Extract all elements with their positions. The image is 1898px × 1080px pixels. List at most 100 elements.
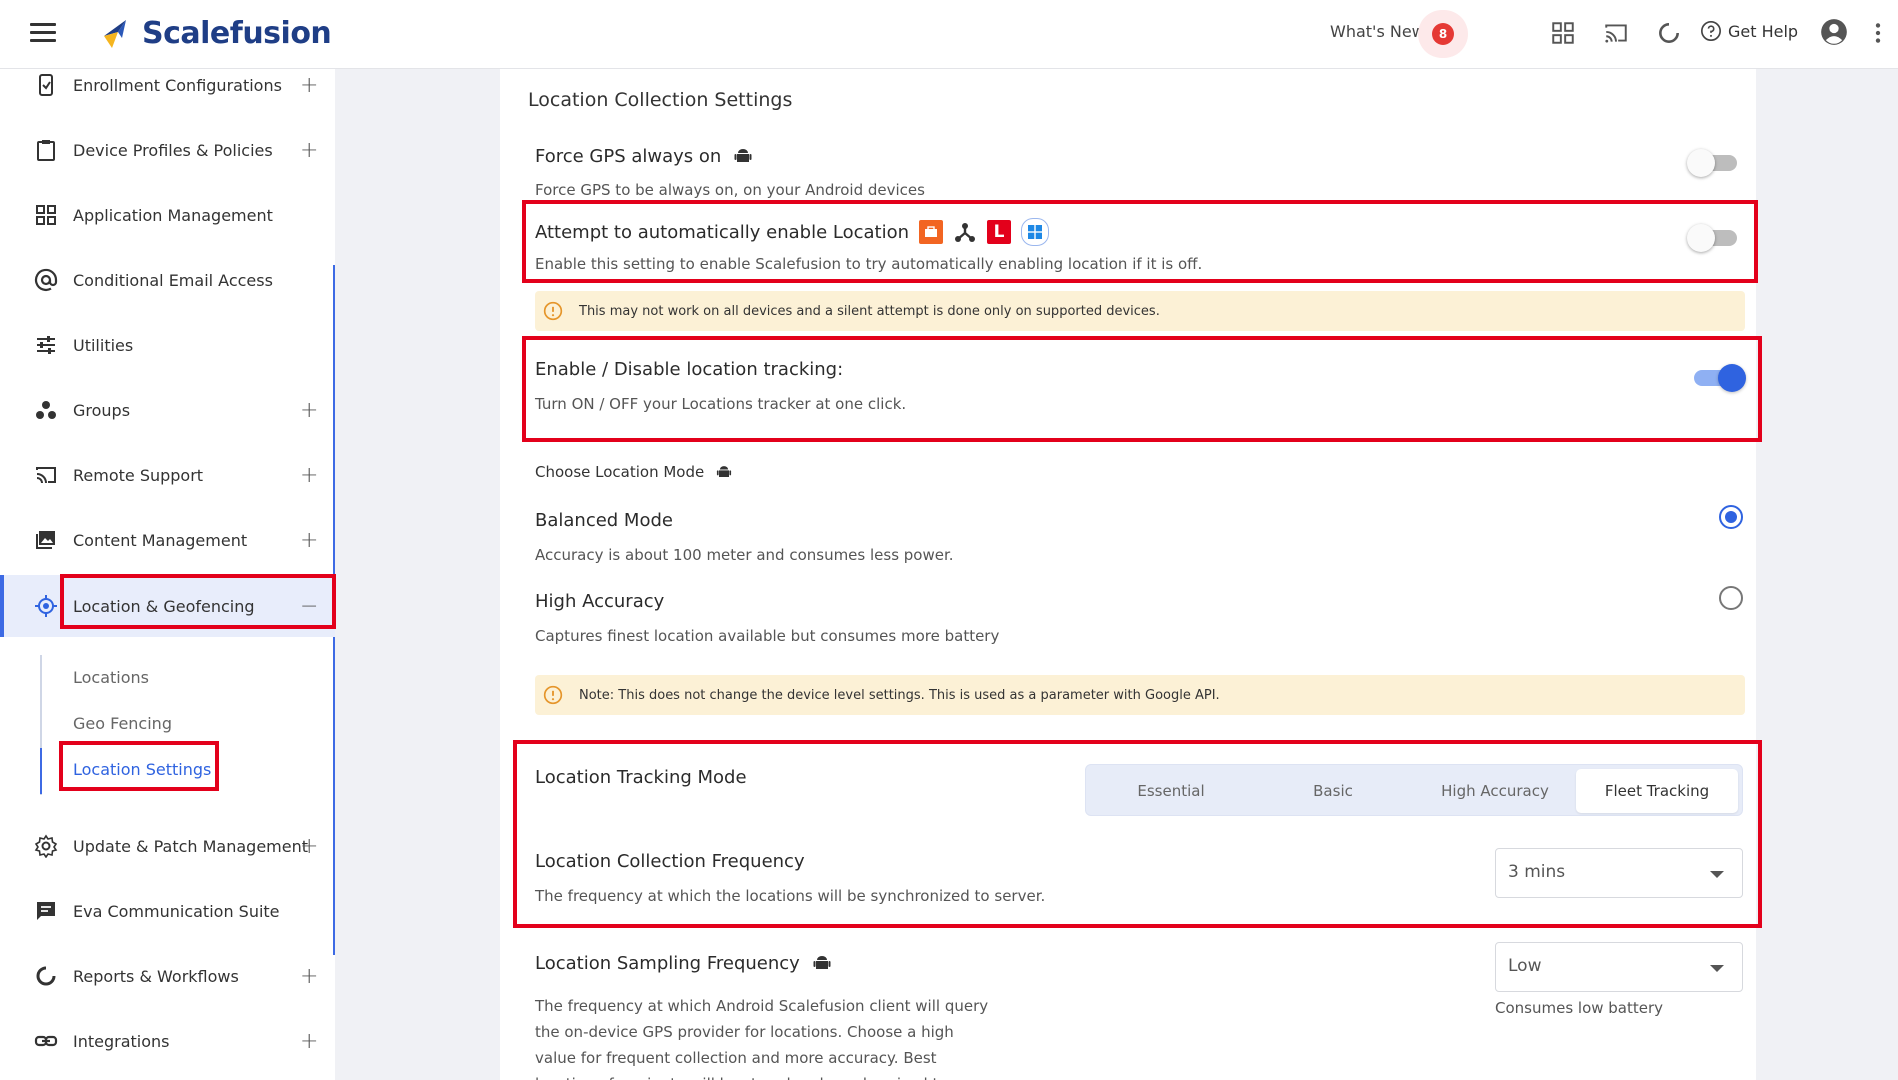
tracking-toggle[interactable] <box>1690 362 1746 392</box>
apps-grid-icon[interactable] <box>1550 20 1576 46</box>
expand-icon[interactable]: + <box>300 528 318 553</box>
whats-new-badge[interactable]: 8 <box>1418 10 1468 58</box>
tracking-mode-essential[interactable]: Essential <box>1090 769 1252 813</box>
sidebar-item-conditional-email[interactable]: Conditional Email Access <box>0 250 335 310</box>
tracking-title: Enable / Disable location tracking: <box>535 359 844 380</box>
android-icon <box>813 956 831 969</box>
sidebar-item-content-management[interactable]: Content Management + <box>0 510 335 570</box>
sidebar-item-device-profiles[interactable]: Device Profiles & Policies + <box>0 120 335 180</box>
sidebar-item-utilities[interactable]: Utilities <box>0 315 335 375</box>
at-sign-icon <box>34 268 58 292</box>
collection-frequency-desc: The frequency at which the locations wil… <box>535 887 1046 905</box>
brand-logo[interactable]: Scalefusion <box>100 16 332 51</box>
expand-icon[interactable]: + <box>300 73 318 98</box>
sidebar-subitem-geo-fencing[interactable]: Geo Fencing <box>73 714 172 733</box>
high-accuracy-title: High Accuracy <box>535 591 665 612</box>
sidebar-item-label: Enrollment Configurations <box>73 75 282 95</box>
scalefusion-logo-icon <box>104 19 126 48</box>
high-accuracy-radio[interactable] <box>1719 586 1743 610</box>
sidebar-item-label: Eva Communication Suite <box>73 901 280 921</box>
gps-location-icon <box>35 595 57 617</box>
balanced-mode-title: Balanced Mode <box>535 510 673 531</box>
sampling-frequency-select[interactable]: Low <box>1495 942 1743 992</box>
sidebar-item-location-geofencing[interactable]: Location & Geofencing − <box>0 575 335 637</box>
link-icon <box>34 1035 58 1047</box>
sidebar-item-label: Groups <box>73 400 131 420</box>
tracking-mode-title: Location Tracking Mode <box>535 767 747 788</box>
auto-enable-toggle[interactable] <box>1687 222 1741 252</box>
clipboard-icon <box>37 140 55 161</box>
more-vert-icon[interactable] <box>1872 20 1884 46</box>
sidebar-item-update-patch[interactable]: Update & Patch Management + <box>0 816 335 876</box>
groups-icon <box>36 401 56 419</box>
sidebar-item-label: Remote Support <box>73 465 204 485</box>
cast-icon <box>36 467 56 484</box>
sidebar-item-eva-communication[interactable]: Eva Communication Suite <box>0 881 335 941</box>
sidebar-item-label: Reports & Workflows <box>73 966 239 986</box>
donut-chart-icon <box>36 966 56 986</box>
sidebar-item-label: Location & Geofencing <box>73 596 255 616</box>
auto-enable-desc: Enable this setting to enable Scalefusio… <box>535 255 1203 273</box>
settings-card: Location Collection Settings Force GPS a… <box>500 69 1756 1080</box>
sidebar-subitem-locations[interactable]: Locations <box>73 668 149 687</box>
brand-name: Scalefusion <box>142 16 332 51</box>
info-circle-icon <box>543 301 563 321</box>
sidebar-item-label: Integrations <box>73 1031 170 1051</box>
get-help-label: Get Help <box>1728 21 1799 41</box>
collection-frequency-select[interactable]: 3 mins <box>1495 848 1743 898</box>
section-title: Location Collection Settings <box>528 89 793 111</box>
expand-icon[interactable]: + <box>300 398 318 423</box>
sidebar-item-reports-workflows[interactable]: Reports & Workflows + <box>0 946 335 1006</box>
expand-icon[interactable]: + <box>300 834 318 859</box>
whats-new-link[interactable]: What's New <box>1330 22 1425 41</box>
refresh-icon[interactable] <box>1656 20 1682 46</box>
balanced-mode-radio[interactable] <box>1719 505 1743 529</box>
sampling-frequency-helper: Consumes low battery <box>1495 999 1664 1017</box>
sidebar-item-remote-support[interactable]: Remote Support + <box>0 445 335 505</box>
sampling-frequency-desc: The frequency at which Android Scalefusi… <box>535 997 989 1080</box>
sliders-icon <box>37 336 55 354</box>
sampling-frequency-title: Location Sampling Frequency <box>535 951 834 975</box>
info-circle-icon <box>543 685 563 705</box>
expand-icon[interactable]: + <box>300 964 318 989</box>
windows-icon <box>1021 218 1050 246</box>
collapse-icon[interactable]: − <box>300 594 318 619</box>
android-icon <box>734 149 752 162</box>
chevron-down-icon <box>1710 965 1724 972</box>
tracking-desc: Turn ON / OFF your Locations tracker at … <box>535 395 907 413</box>
auto-enable-label: Attempt to automatically enable Location <box>535 221 910 243</box>
help-circle-icon <box>1701 21 1721 41</box>
sidebar-item-label: Update & Patch Management <box>73 836 309 856</box>
sidebar-item-integrations[interactable]: Integrations + <box>0 1011 335 1071</box>
tracking-mode-basic[interactable]: Basic <box>1252 769 1414 813</box>
menu-icon[interactable] <box>30 23 56 43</box>
cast-icon[interactable] <box>1603 20 1629 46</box>
expand-icon[interactable]: + <box>300 138 318 163</box>
collection-frequency-title: Location Collection Frequency <box>535 851 805 872</box>
chat-message-icon <box>37 902 55 920</box>
auto-enable-title: Attempt to automatically enable Location… <box>535 218 1050 246</box>
sidebar-subitem-location-settings[interactable]: Location Settings <box>73 760 211 779</box>
force-gps-toggle[interactable] <box>1687 147 1741 177</box>
apps-icon <box>36 205 56 225</box>
account-avatar-icon[interactable] <box>1820 18 1848 46</box>
high-accuracy-desc: Captures finest location available but c… <box>535 627 1000 645</box>
sidebar-item-application-management[interactable]: Application Management <box>0 185 335 245</box>
note-alert-text: Note: This does not change the device le… <box>579 687 1220 703</box>
lg-l-icon: L <box>987 220 1012 244</box>
sidebar-item-label: Device Profiles & Policies <box>73 140 273 160</box>
expand-icon[interactable]: + <box>300 463 318 488</box>
sidebar-item-groups[interactable]: Groups + <box>0 380 335 440</box>
expand-icon[interactable]: + <box>300 1029 318 1054</box>
tracking-mode-high-accuracy[interactable]: High Accuracy <box>1414 769 1576 813</box>
tracking-mode-fleet-tracking[interactable]: Fleet Tracking <box>1576 769 1738 813</box>
sidebar-item-enrollment[interactable]: Enrollment Configurations + <box>0 55 335 115</box>
sampling-frequency-value: Low <box>1508 956 1542 976</box>
fork-network-icon <box>955 223 976 242</box>
notification-count: 8 <box>1432 23 1454 45</box>
get-help-button[interactable]: Get Help <box>1700 20 1798 42</box>
balanced-mode-desc: Accuracy is about 100 meter and consumes… <box>535 546 954 564</box>
force-gps-title: Force GPS always on <box>535 144 755 168</box>
kiosk-icon <box>919 220 944 244</box>
enrollment-device-icon <box>39 74 53 96</box>
